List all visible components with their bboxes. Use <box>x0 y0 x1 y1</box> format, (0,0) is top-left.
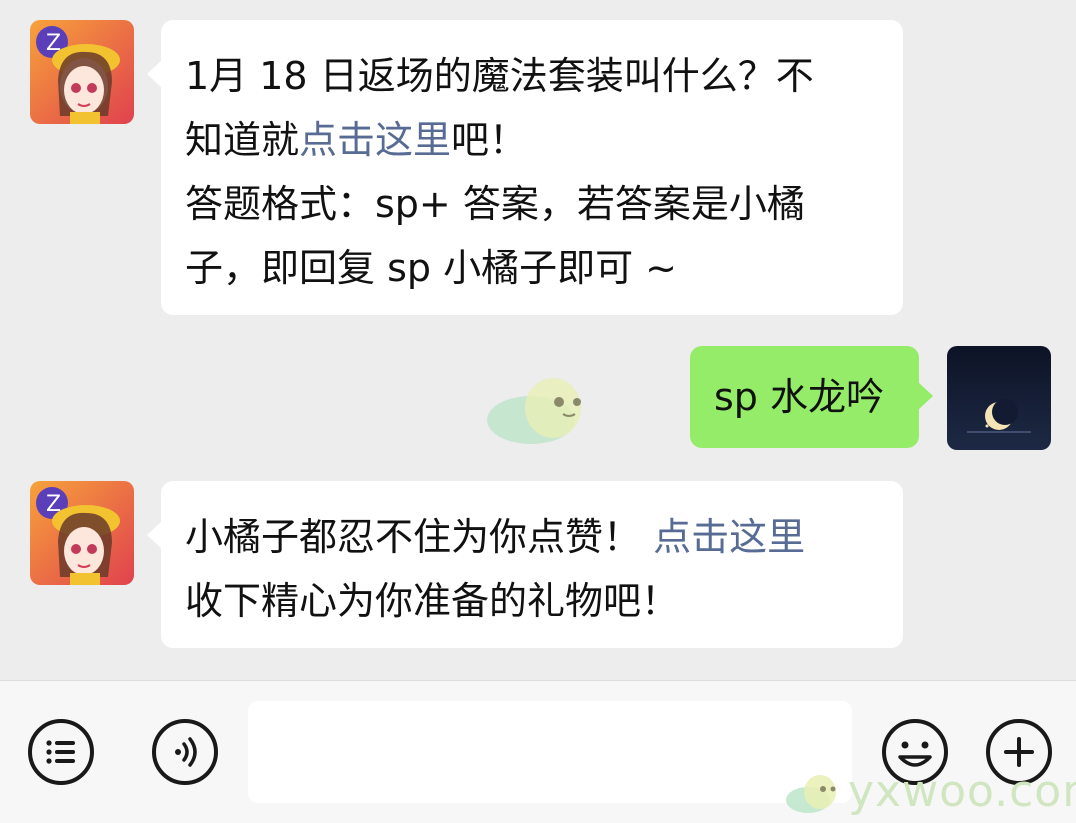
message-text: 吧！ <box>451 118 528 162</box>
game-character-avatar[interactable]: Z <box>30 481 134 585</box>
message-bubble-incoming: 1月 18 日返场的魔法套装叫什么？不 知道就点击这里吧！ 答题格式：sp+ 答… <box>147 20 903 315</box>
bubble-tail <box>918 382 933 410</box>
bubble-tail <box>147 521 162 549</box>
message-text: 知道就 <box>185 118 300 162</box>
message-line: 答题格式：sp+ 答案，若答案是小橘 <box>185 182 805 226</box>
watermark: yxwoo.com <box>784 768 1076 816</box>
game-character-avatar[interactable]: Z <box>30 20 134 124</box>
message-text: 小橘子都忍不住为你点赞！ <box>185 515 642 559</box>
voice-icon[interactable] <box>150 717 220 787</box>
message-line: 收下精心为你准备的礼物吧！ <box>185 579 680 623</box>
menu-list-icon[interactable] <box>26 717 96 787</box>
message-line: 小橘子都忍不住为你点赞！ 点击这里 <box>185 505 879 569</box>
message-line: 子，即回复 sp 小橘子即可 ~ <box>185 246 677 290</box>
watermark-mascot-icon <box>485 372 593 452</box>
message-line: 1月 18 日返场的魔法套装叫什么？不 <box>185 54 814 98</box>
message-line: 知道就点击这里吧！ <box>185 108 879 172</box>
message-input[interactable] <box>248 701 852 803</box>
watermark-logo-icon <box>786 775 836 813</box>
watermark-text: yxwoo.com <box>848 766 1076 817</box>
click-here-link[interactable]: 点击这里 <box>653 515 805 559</box>
message-bubble-outgoing: sp 水龙吟 <box>690 346 933 448</box>
chat-area: Z 1月 18 日返场的魔法套装叫什么？不 知道就点击这里吧！ 答题格式：sp+… <box>0 0 1076 680</box>
crescent-moon-avatar[interactable] <box>947 346 1051 450</box>
bubble-tail <box>147 60 162 88</box>
message-text: sp 水龙吟 <box>714 375 884 419</box>
click-here-link[interactable]: 点击这里 <box>299 118 451 162</box>
message-bubble-incoming: 小橘子都忍不住为你点赞！ 点击这里 收下精心为你准备的礼物吧！ <box>147 481 903 648</box>
